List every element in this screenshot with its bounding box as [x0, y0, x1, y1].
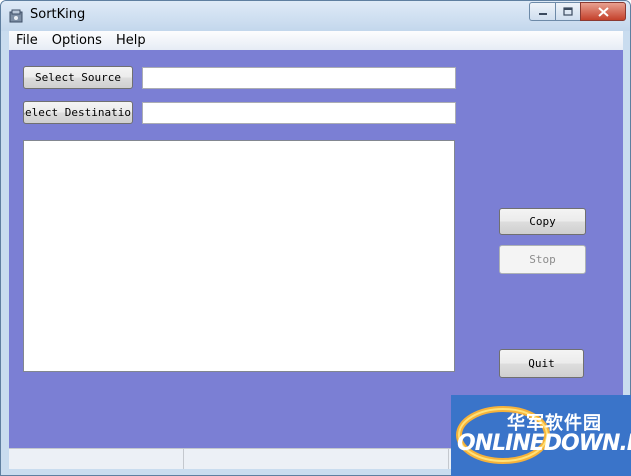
maximize-button[interactable] — [555, 2, 580, 21]
menu-bar: File Options Help — [9, 31, 623, 50]
destination-path-field[interactable] — [142, 102, 456, 124]
watermark-en: ONLINEDOWN.NET — [457, 431, 631, 456]
source-path-field[interactable] — [142, 67, 456, 89]
file-list[interactable] — [23, 140, 455, 372]
select-source-button[interactable]: Select Source — [23, 66, 133, 89]
status-panel-1 — [9, 449, 184, 469]
menu-help[interactable]: Help — [109, 31, 153, 50]
app-icon — [9, 9, 23, 23]
copy-button[interactable]: Copy — [499, 208, 586, 235]
menu-file[interactable]: File — [9, 31, 45, 50]
status-panel-2 — [184, 449, 449, 469]
window-title: SortKing — [30, 7, 86, 22]
quit-button[interactable]: Quit — [499, 349, 584, 378]
maximize-icon — [563, 7, 573, 16]
watermark-logo: 华军软件园 ONLINEDOWN.NET — [451, 395, 631, 476]
menu-options[interactable]: Options — [45, 31, 109, 50]
client-area: Select Source Select Destination Copy St… — [9, 50, 623, 448]
caption-buttons — [529, 2, 626, 22]
close-button[interactable] — [580, 2, 626, 21]
minimize-button[interactable] — [529, 2, 555, 21]
select-destination-button[interactable]: Select Destination — [23, 101, 133, 124]
close-icon — [597, 6, 609, 17]
title-bar[interactable]: SortKing — [1, 1, 630, 31]
minimize-icon — [538, 12, 547, 15]
stop-button[interactable]: Stop — [499, 245, 586, 274]
